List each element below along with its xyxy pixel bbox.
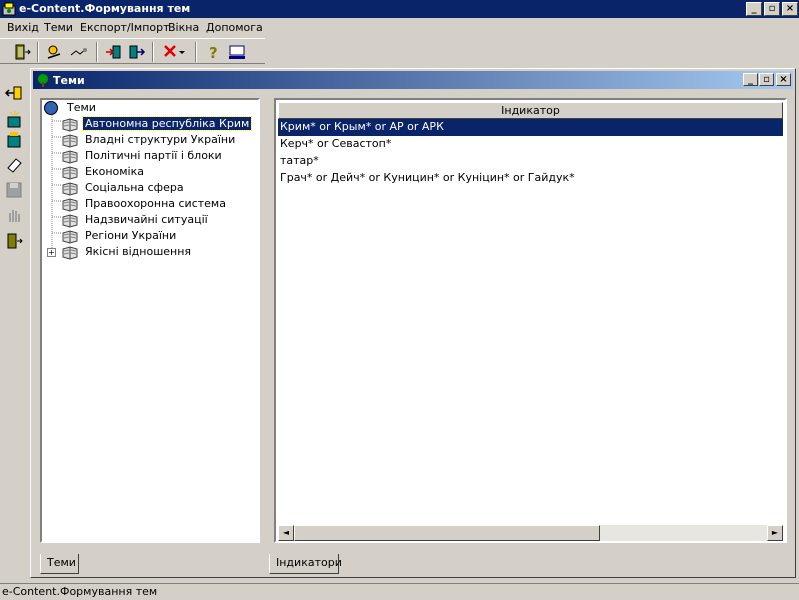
- svg-text:?: ?: [209, 44, 218, 62]
- toolbar: ?: [0, 38, 265, 64]
- tree-root-label: Теми: [67, 101, 96, 114]
- toolbar-separator: [152, 42, 154, 62]
- mdi-close-button[interactable]: ×: [776, 73, 791, 86]
- tree-item-label: Автономна республіка Крим: [81, 116, 253, 131]
- tree-item-label: Соціальна сфера: [85, 181, 184, 194]
- topics-window: Теми _ ▫ × Теми Автономна республіка Кри…: [30, 68, 796, 578]
- scroll-right-icon[interactable]: ►: [767, 525, 783, 541]
- tree-item-label: Надзвичайні ситуації: [85, 213, 208, 226]
- toolbar-separator: [195, 42, 197, 62]
- save-icon[interactable]: [3, 179, 25, 201]
- app-titlebar: e-Content.Формування тем _ ▫ ×: [0, 0, 799, 18]
- tree-item-label: Владні структури України: [85, 133, 236, 146]
- topics-window-titlebar: Теми _ ▫ ×: [33, 71, 793, 89]
- tree-item-label: Політичні партії і блоки: [85, 149, 222, 162]
- tab-indicators[interactable]: Індикатори: [269, 554, 342, 574]
- book-icon: [62, 182, 78, 196]
- status-bar: e-Content.Формування тем: [0, 583, 799, 600]
- minimize-button[interactable]: _: [746, 2, 762, 16]
- side-toolbar: [0, 66, 28, 586]
- mdi-minimize-button[interactable]: _: [743, 73, 758, 86]
- indicators-list[interactable]: Індикатор Крим* or Крым* or АР or АРК Кер…: [274, 98, 787, 543]
- topics-tree[interactable]: Теми Автономна республіка Крим Владні стр…: [40, 98, 260, 543]
- menu-help[interactable]: Допомога: [206, 21, 263, 34]
- menu-export-import[interactable]: Експорт/Імпорт: [80, 21, 170, 34]
- indicator-column-header[interactable]: Індикатор: [278, 102, 783, 119]
- tree-icon: [38, 74, 48, 87]
- book-icon: [62, 118, 78, 132]
- menu-exit[interactable]: Вихід: [7, 21, 39, 34]
- hand-icon[interactable]: [3, 204, 25, 226]
- horizontal-scrollbar[interactable]: ◄ ►: [278, 525, 783, 541]
- close-button[interactable]: ×: [782, 2, 798, 16]
- expand-icon[interactable]: +: [47, 248, 56, 257]
- book-icon: [62, 198, 78, 212]
- help-icon[interactable]: ?: [203, 41, 225, 63]
- book-icon: [62, 134, 78, 148]
- book-icon: [62, 214, 78, 228]
- chevron-down-icon[interactable]: [176, 41, 188, 63]
- tree-item-label: Регіони України: [85, 229, 177, 242]
- tree-item-label: Економіка: [85, 165, 144, 178]
- indicator-row[interactable]: Крим* or Крым* or АР or АРК: [278, 119, 783, 136]
- toolbar-separator: [96, 42, 98, 62]
- menu-topics[interactable]: Теми: [44, 21, 73, 34]
- book-icon: [62, 230, 78, 244]
- exit-door-icon[interactable]: [11, 41, 33, 63]
- scroll-left-icon[interactable]: ◄: [278, 525, 294, 541]
- back-icon[interactable]: [3, 82, 25, 104]
- tree-item-label: Правоохоронна система: [85, 197, 226, 210]
- add-topic-icon[interactable]: [3, 109, 25, 131]
- maximize-button[interactable]: ▫: [764, 2, 780, 16]
- mdi-maximize-button[interactable]: ▫: [759, 73, 774, 86]
- exit-door-icon[interactable]: [3, 230, 25, 252]
- app-title: e-Content.Формування тем: [19, 2, 191, 15]
- topic-wand-icon[interactable]: [44, 41, 66, 63]
- indicator-row[interactable]: татар*: [278, 153, 778, 170]
- tab-topics[interactable]: Теми: [40, 554, 79, 574]
- globe-icon: [44, 101, 58, 115]
- book-icon: [62, 150, 78, 164]
- indicator-row[interactable]: Грач* or Дейч* or Куницин* or Куніцин* o…: [278, 170, 778, 187]
- toolbar-separator: [37, 42, 39, 62]
- export-icon[interactable]: [125, 41, 147, 63]
- about-icon[interactable]: [226, 41, 248, 63]
- eraser-icon[interactable]: [3, 153, 25, 175]
- topics-window-title: Теми: [53, 74, 85, 87]
- scroll-thumb[interactable]: [294, 525, 600, 541]
- topic-link-icon[interactable]: [68, 41, 90, 63]
- book-icon: [62, 166, 78, 180]
- add-subtopic-icon[interactable]: [3, 129, 25, 151]
- book-icon: [62, 246, 78, 260]
- tree-item-label: Якісні відношення: [85, 245, 192, 258]
- app-icon: [2, 2, 16, 16]
- import-icon[interactable]: [103, 41, 125, 63]
- menu-windows[interactable]: Вікна: [168, 21, 199, 34]
- indicator-row[interactable]: Керч* or Севастоп*: [278, 136, 778, 153]
- menu-bar: Вихід Теми Експорт/Імпорт Вікна Допомога: [0, 18, 799, 37]
